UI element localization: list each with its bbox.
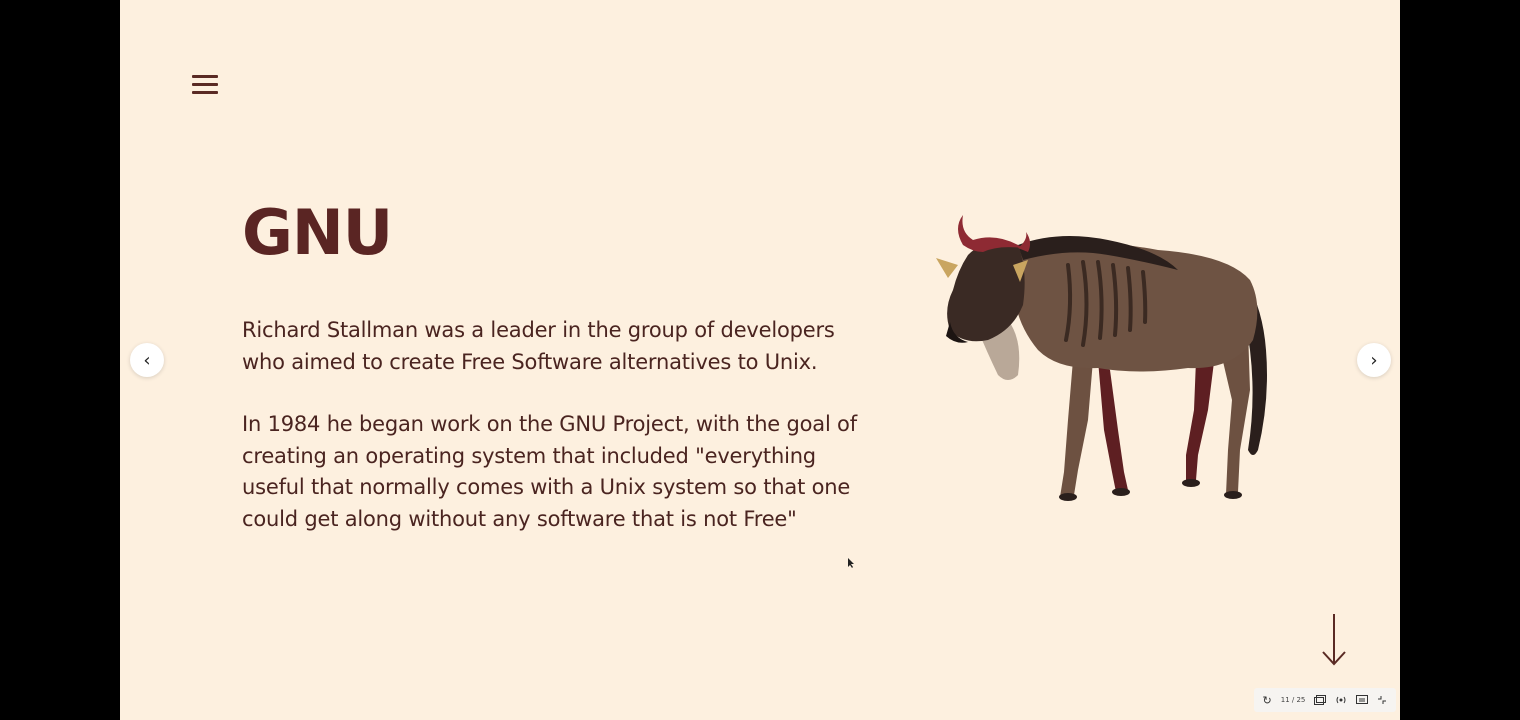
prev-slide-button[interactable]: ‹ xyxy=(130,343,164,377)
broadcast-icon[interactable] xyxy=(1335,695,1347,705)
chevron-right-icon: › xyxy=(1370,349,1378,371)
slide-title: GNU xyxy=(242,196,393,269)
arrow-down-icon[interactable] xyxy=(1320,612,1348,668)
slide-counter: 11 / 25 xyxy=(1280,696,1306,704)
next-slide-button[interactable]: › xyxy=(1357,343,1391,377)
replay-icon[interactable]: ↻ xyxy=(1263,694,1272,707)
overview-icon[interactable] xyxy=(1314,695,1327,705)
chevron-left-icon: ‹ xyxy=(143,349,151,371)
slide-canvas: GNU Richard Stallman was a leader in the… xyxy=(120,0,1400,720)
fullscreen-exit-icon[interactable] xyxy=(1377,695,1387,705)
slide-paragraph-1: Richard Stallman was a leader in the gro… xyxy=(242,318,835,374)
mouse-cursor-icon xyxy=(848,558,854,568)
presentation-toolbar: ↻ 11 / 25 xyxy=(1254,688,1396,712)
captions-icon[interactable] xyxy=(1356,695,1369,705)
wildebeest-illustration xyxy=(936,215,1267,501)
hamburger-menu-icon[interactable] xyxy=(192,70,218,98)
slide-paragraph-2: In 1984 he began work on the GNU Project… xyxy=(242,412,857,531)
